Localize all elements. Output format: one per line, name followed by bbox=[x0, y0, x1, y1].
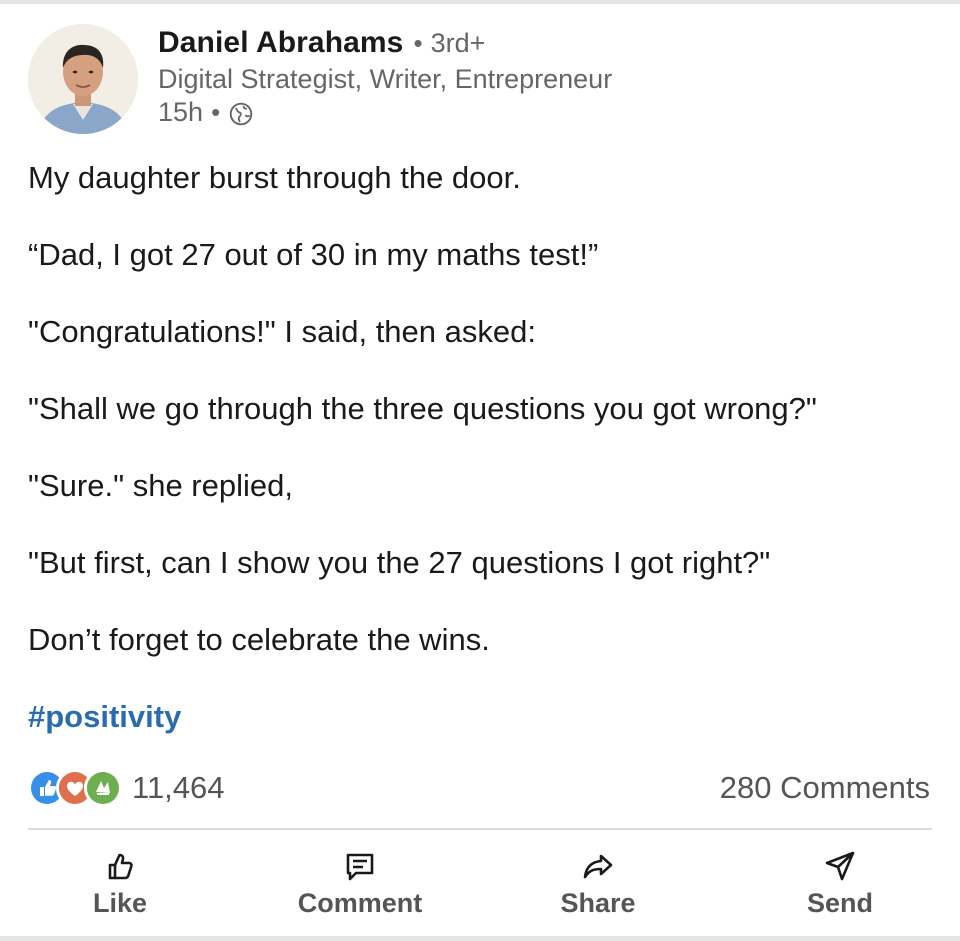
separator-dot: • bbox=[413, 28, 423, 58]
social-counts: 11,464 280 Comments bbox=[28, 766, 930, 810]
author-name[interactable]: Daniel Abrahams bbox=[158, 26, 403, 60]
hashtag-link[interactable]: #positivity bbox=[28, 697, 948, 737]
action-bar: Like Comment Share Send bbox=[0, 848, 960, 928]
connection-degree: 3rd+ bbox=[430, 28, 486, 58]
share-arrow-icon bbox=[583, 854, 613, 879]
comment-icon bbox=[346, 853, 374, 881]
post-body: My daughter burst through the door. “Dad… bbox=[28, 158, 948, 737]
like-button[interactable]: Like bbox=[30, 848, 210, 919]
post-paragraph: "Congratulations!" I said, then asked: bbox=[28, 314, 536, 349]
post-header: Daniel Abrahams • 3rd+ Digital Strategis… bbox=[158, 26, 612, 128]
avatar-photo bbox=[28, 24, 138, 134]
share-label: Share bbox=[560, 888, 636, 918]
reaction-count: 11,464 bbox=[132, 770, 225, 805]
post-paragraph: My daughter burst through the door. bbox=[28, 160, 521, 195]
post-paragraph: “Dad, I got 27 out of 30 in my maths tes… bbox=[28, 237, 599, 272]
separator-dot: • bbox=[211, 97, 221, 127]
author-headline: Digital Strategist, Writer, Entrepreneur bbox=[158, 64, 613, 94]
post-time: 15h bbox=[158, 97, 204, 127]
top-border bbox=[0, 0, 960, 4]
actions-divider bbox=[28, 828, 932, 830]
post-paragraph: "But first, can I show you the 27 questi… bbox=[28, 545, 771, 580]
bottom-border bbox=[0, 936, 960, 941]
reactions-summary[interactable]: 11,464 bbox=[28, 769, 225, 807]
share-button[interactable]: Share bbox=[508, 848, 688, 919]
post-meta: 15h • bbox=[158, 97, 612, 128]
post-paragraph: "Shall we go through the three questions… bbox=[28, 391, 817, 426]
send-label: Send bbox=[806, 888, 873, 918]
comment-label: Comment bbox=[297, 888, 423, 918]
globe-icon bbox=[229, 102, 253, 126]
send-button[interactable]: Send bbox=[750, 848, 930, 919]
comment-button[interactable]: Comment bbox=[270, 848, 450, 919]
send-icon bbox=[825, 851, 855, 881]
thumbs-up-icon bbox=[108, 853, 133, 880]
comments-count[interactable]: 280 Comments bbox=[720, 770, 930, 806]
celebrate-icon bbox=[84, 769, 122, 807]
name-row: Daniel Abrahams • 3rd+ bbox=[158, 26, 612, 60]
post-paragraph: "Sure." she replied, bbox=[28, 468, 293, 503]
post-paragraph: Don’t forget to celebrate the wins. bbox=[28, 622, 490, 657]
like-label: Like bbox=[92, 888, 148, 918]
author-avatar[interactable] bbox=[28, 24, 138, 134]
